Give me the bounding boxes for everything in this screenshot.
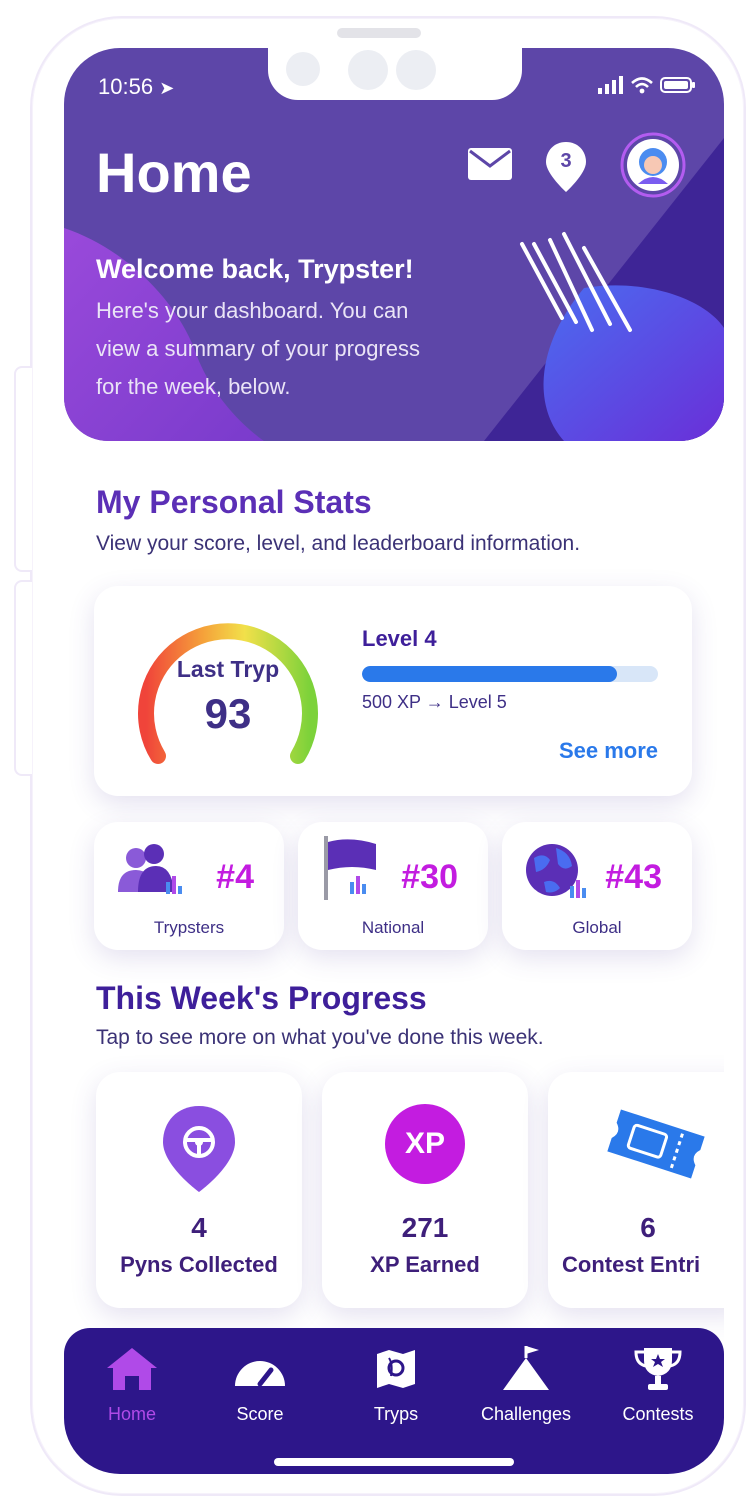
- week-label: XP Earned: [370, 1252, 480, 1277]
- cellular-signal-icon: [598, 76, 623, 94]
- flag-icon: [324, 836, 376, 900]
- camera-lens: [286, 52, 320, 86]
- home-indicator[interactable]: [274, 1458, 514, 1466]
- week-value: 4: [191, 1212, 207, 1243]
- weekly-progress-subtitle: Tap to see more on what you've done this…: [96, 1026, 544, 1049]
- xp-badge-text: XP: [404, 1127, 446, 1160]
- week-card-xp[interactable]: XP 271 XP Earned: [322, 1072, 528, 1308]
- rank-value: #43: [605, 858, 662, 896]
- week-label: Pyns Collected: [120, 1252, 278, 1277]
- tab-label: Score: [236, 1404, 284, 1424]
- speedometer-icon: [200, 1346, 320, 1392]
- app-screen: 10:56 ➤ Home 3 Welcome back, Trypster! H…: [64, 48, 724, 1474]
- location-arrow-icon: ➤: [159, 78, 175, 98]
- phone-side-button: [14, 366, 32, 572]
- wifi-icon: [631, 77, 653, 94]
- phone-speaker: [337, 28, 421, 38]
- personal-stats-title: My Personal Stats: [96, 484, 372, 520]
- ticket-icon: [548, 1104, 724, 1194]
- see-more-link[interactable]: See more: [559, 738, 658, 764]
- notifications-button[interactable]: 3: [544, 140, 588, 194]
- pin-steering-wheel-icon: [96, 1104, 302, 1194]
- tab-label: Home: [107, 1404, 156, 1424]
- phone-side-button: [14, 580, 32, 776]
- tab-label: Challenges: [480, 1404, 572, 1424]
- rank-card-global[interactable]: #43 Global: [502, 822, 692, 950]
- page-title: Home: [96, 141, 252, 204]
- profile-avatar-button[interactable]: [620, 132, 686, 198]
- personal-stats-subtitle: View your score, level, and leaderboard …: [96, 532, 581, 555]
- week-value: 6: [640, 1212, 656, 1243]
- gauge-label: Last Tryp: [176, 656, 280, 682]
- status-icons: [598, 76, 696, 94]
- rank-value: #30: [401, 858, 458, 896]
- rank-label: Global: [572, 918, 622, 937]
- level-next-text: 500 XP → Level 5: [362, 692, 507, 712]
- welcome-body: Here's your dashboard. You can view a su…: [96, 298, 420, 399]
- gauge-score: 93: [204, 690, 252, 737]
- mountain-flag-icon: [466, 1346, 586, 1392]
- tab-label: Contests: [622, 1404, 694, 1424]
- trophy-icon: [598, 1346, 718, 1392]
- week-value: 271: [401, 1212, 449, 1243]
- globe-icon: [526, 844, 586, 898]
- home-icon: [72, 1346, 192, 1392]
- rank-label: Trypsters: [153, 918, 225, 937]
- tab-home[interactable]: Home: [72, 1346, 192, 1425]
- rank-card-national[interactable]: #30 National: [298, 822, 488, 950]
- camera-lens: [396, 50, 436, 90]
- tab-label: Tryps: [373, 1404, 419, 1424]
- tab-tryps[interactable]: Tryps: [336, 1346, 456, 1425]
- week-card-contests[interactable]: 6 Contest Entri: [548, 1072, 724, 1308]
- tab-challenges[interactable]: Challenges: [466, 1346, 586, 1425]
- status-time: 10:56 ➤: [98, 74, 175, 99]
- weekly-progress-title: This Week's Progress: [96, 980, 427, 1016]
- camera-lens: [348, 50, 388, 90]
- rank-card-trypsters[interactable]: #4 Trypsters: [94, 822, 284, 950]
- rank-value: #4: [216, 858, 254, 896]
- xp-badge-icon: XP: [322, 1104, 528, 1194]
- week-label: Contest Entri: [562, 1252, 701, 1277]
- level-title: Level 4: [362, 626, 437, 651]
- home-header: 10:56 ➤ Home 3 Welcome back, Trypster! H…: [64, 48, 724, 441]
- group-icon: [118, 844, 182, 894]
- device-notch: [268, 48, 522, 100]
- welcome-title: Welcome back, Trypster!: [96, 254, 414, 284]
- avatar: [620, 132, 686, 198]
- envelope-icon: [468, 148, 512, 180]
- rank-label: National: [361, 918, 425, 937]
- notification-count: 3: [560, 150, 572, 172]
- messages-button[interactable]: [466, 144, 514, 184]
- level-progress-fill: [362, 666, 617, 682]
- level-progress-bar: [362, 666, 658, 682]
- personal-stats-card[interactable]: Last Tryp 93 Level 4 500 XP → Level 5 Se…: [94, 586, 692, 796]
- tab-score[interactable]: Score: [200, 1346, 320, 1425]
- map-icon: [336, 1346, 456, 1392]
- bottom-tab-bar: Home Score Tryps Challenges Contests: [64, 1328, 724, 1474]
- tab-contests[interactable]: Contests: [598, 1346, 718, 1425]
- week-card-pyns[interactable]: 4 Pyns Collected: [96, 1072, 302, 1308]
- battery-icon: [660, 77, 695, 93]
